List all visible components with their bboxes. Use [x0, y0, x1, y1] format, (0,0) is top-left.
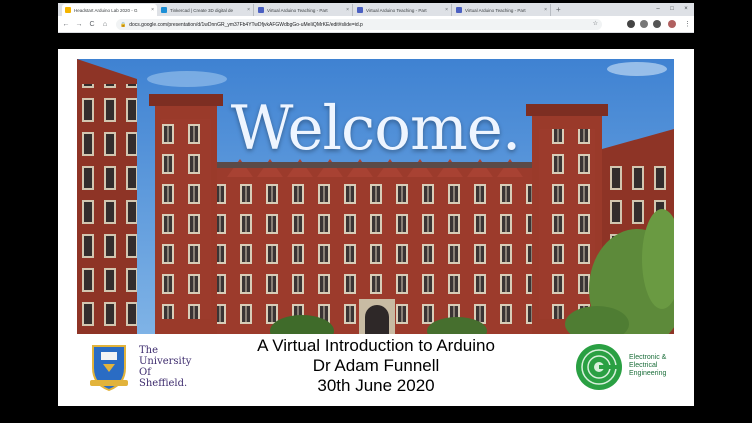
talk-title: A Virtual Introduction to Arduino: [257, 336, 495, 355]
sheffield-crest-icon: [90, 345, 128, 392]
tinkercad-icon: [161, 7, 167, 13]
department-name: Electronic & Electrical Engineering: [629, 354, 667, 377]
extension-icon[interactable]: [627, 20, 635, 28]
url-text[interactable]: docs.google.com/presentation/d/1wDnnGR_y…: [129, 22, 363, 28]
eee-logo-icon: [576, 344, 622, 390]
home-button[interactable]: ⌂: [100, 19, 110, 30]
tab-virtual-arduino-1[interactable]: Virtual Arduino Teaching - Part ×: [255, 4, 353, 16]
close-icon[interactable]: ×: [247, 7, 250, 13]
close-icon[interactable]: ×: [151, 7, 154, 13]
tab-virtual-arduino-2[interactable]: Virtual Arduino Teaching - Part ×: [354, 4, 452, 16]
address-bar[interactable]: 🔒 docs.google.com/presentation/d/1wDnnGR…: [116, 19, 602, 30]
forms-icon: [456, 7, 462, 13]
eee-department-logo: [575, 343, 623, 391]
browser-menu-icon[interactable]: ⋮: [684, 19, 691, 30]
tab-title: Headstart Arduino Lab 2020 - G: [74, 7, 138, 13]
slides-icon: [65, 7, 71, 13]
forward-button[interactable]: →: [74, 19, 84, 30]
campus-photo: Welcome.: [77, 59, 674, 334]
tab-strip: Headstart Arduino Lab 2020 - G × Tinkerc…: [58, 3, 694, 16]
tab-title: Virtual Arduino Teaching - Part: [366, 7, 427, 13]
tab-headstart[interactable]: Headstart Arduino Lab 2020 - G ×: [62, 4, 157, 16]
minimize-button[interactable]: –: [652, 3, 664, 16]
presentation-slide: Welcome. The University Of Sheffield. A …: [58, 49, 694, 406]
slide-caption: A Virtual Introduction to Arduino Dr Ada…: [208, 336, 544, 396]
close-icon[interactable]: ×: [346, 7, 349, 13]
tab-title: Tinkercad | Create 3D digital de: [170, 7, 234, 13]
back-button[interactable]: ←: [61, 19, 71, 30]
lock-icon: 🔒: [120, 21, 127, 28]
extension-icon[interactable]: [640, 20, 648, 28]
tab-title: Virtual Arduino Teaching - Part: [267, 7, 328, 13]
maximize-button[interactable]: □: [666, 3, 678, 16]
extension-icon[interactable]: [653, 20, 661, 28]
close-icon[interactable]: ×: [445, 7, 448, 13]
browser-toolbar: ← → C ⌂ 🔒 docs.google.com/presentation/d…: [58, 16, 694, 33]
forms-icon: [258, 7, 264, 13]
profile-avatar[interactable]: [668, 20, 676, 28]
welcome-heading: Welcome.: [230, 93, 522, 164]
bookmark-star-icon[interactable]: ☆: [593, 20, 598, 27]
university-name: The University Of Sheffield.: [139, 345, 192, 389]
talk-date: 30th June 2020: [317, 376, 435, 395]
new-tab-button[interactable]: +: [556, 4, 561, 16]
close-window-button[interactable]: ×: [680, 3, 692, 16]
reload-button[interactable]: C: [87, 19, 97, 30]
browser-window: Headstart Arduino Lab 2020 - G × Tinkerc…: [58, 3, 694, 33]
close-icon[interactable]: ×: [544, 7, 547, 13]
tab-tinkercad[interactable]: Tinkercad | Create 3D digital de ×: [158, 4, 254, 16]
forms-icon: [357, 7, 363, 13]
presenter-name: Dr Adam Funnell: [312, 356, 440, 375]
tab-virtual-arduino-3[interactable]: Virtual Arduino Teaching - Part ×: [453, 4, 551, 16]
tab-title: Virtual Arduino Teaching - Part: [465, 7, 526, 13]
